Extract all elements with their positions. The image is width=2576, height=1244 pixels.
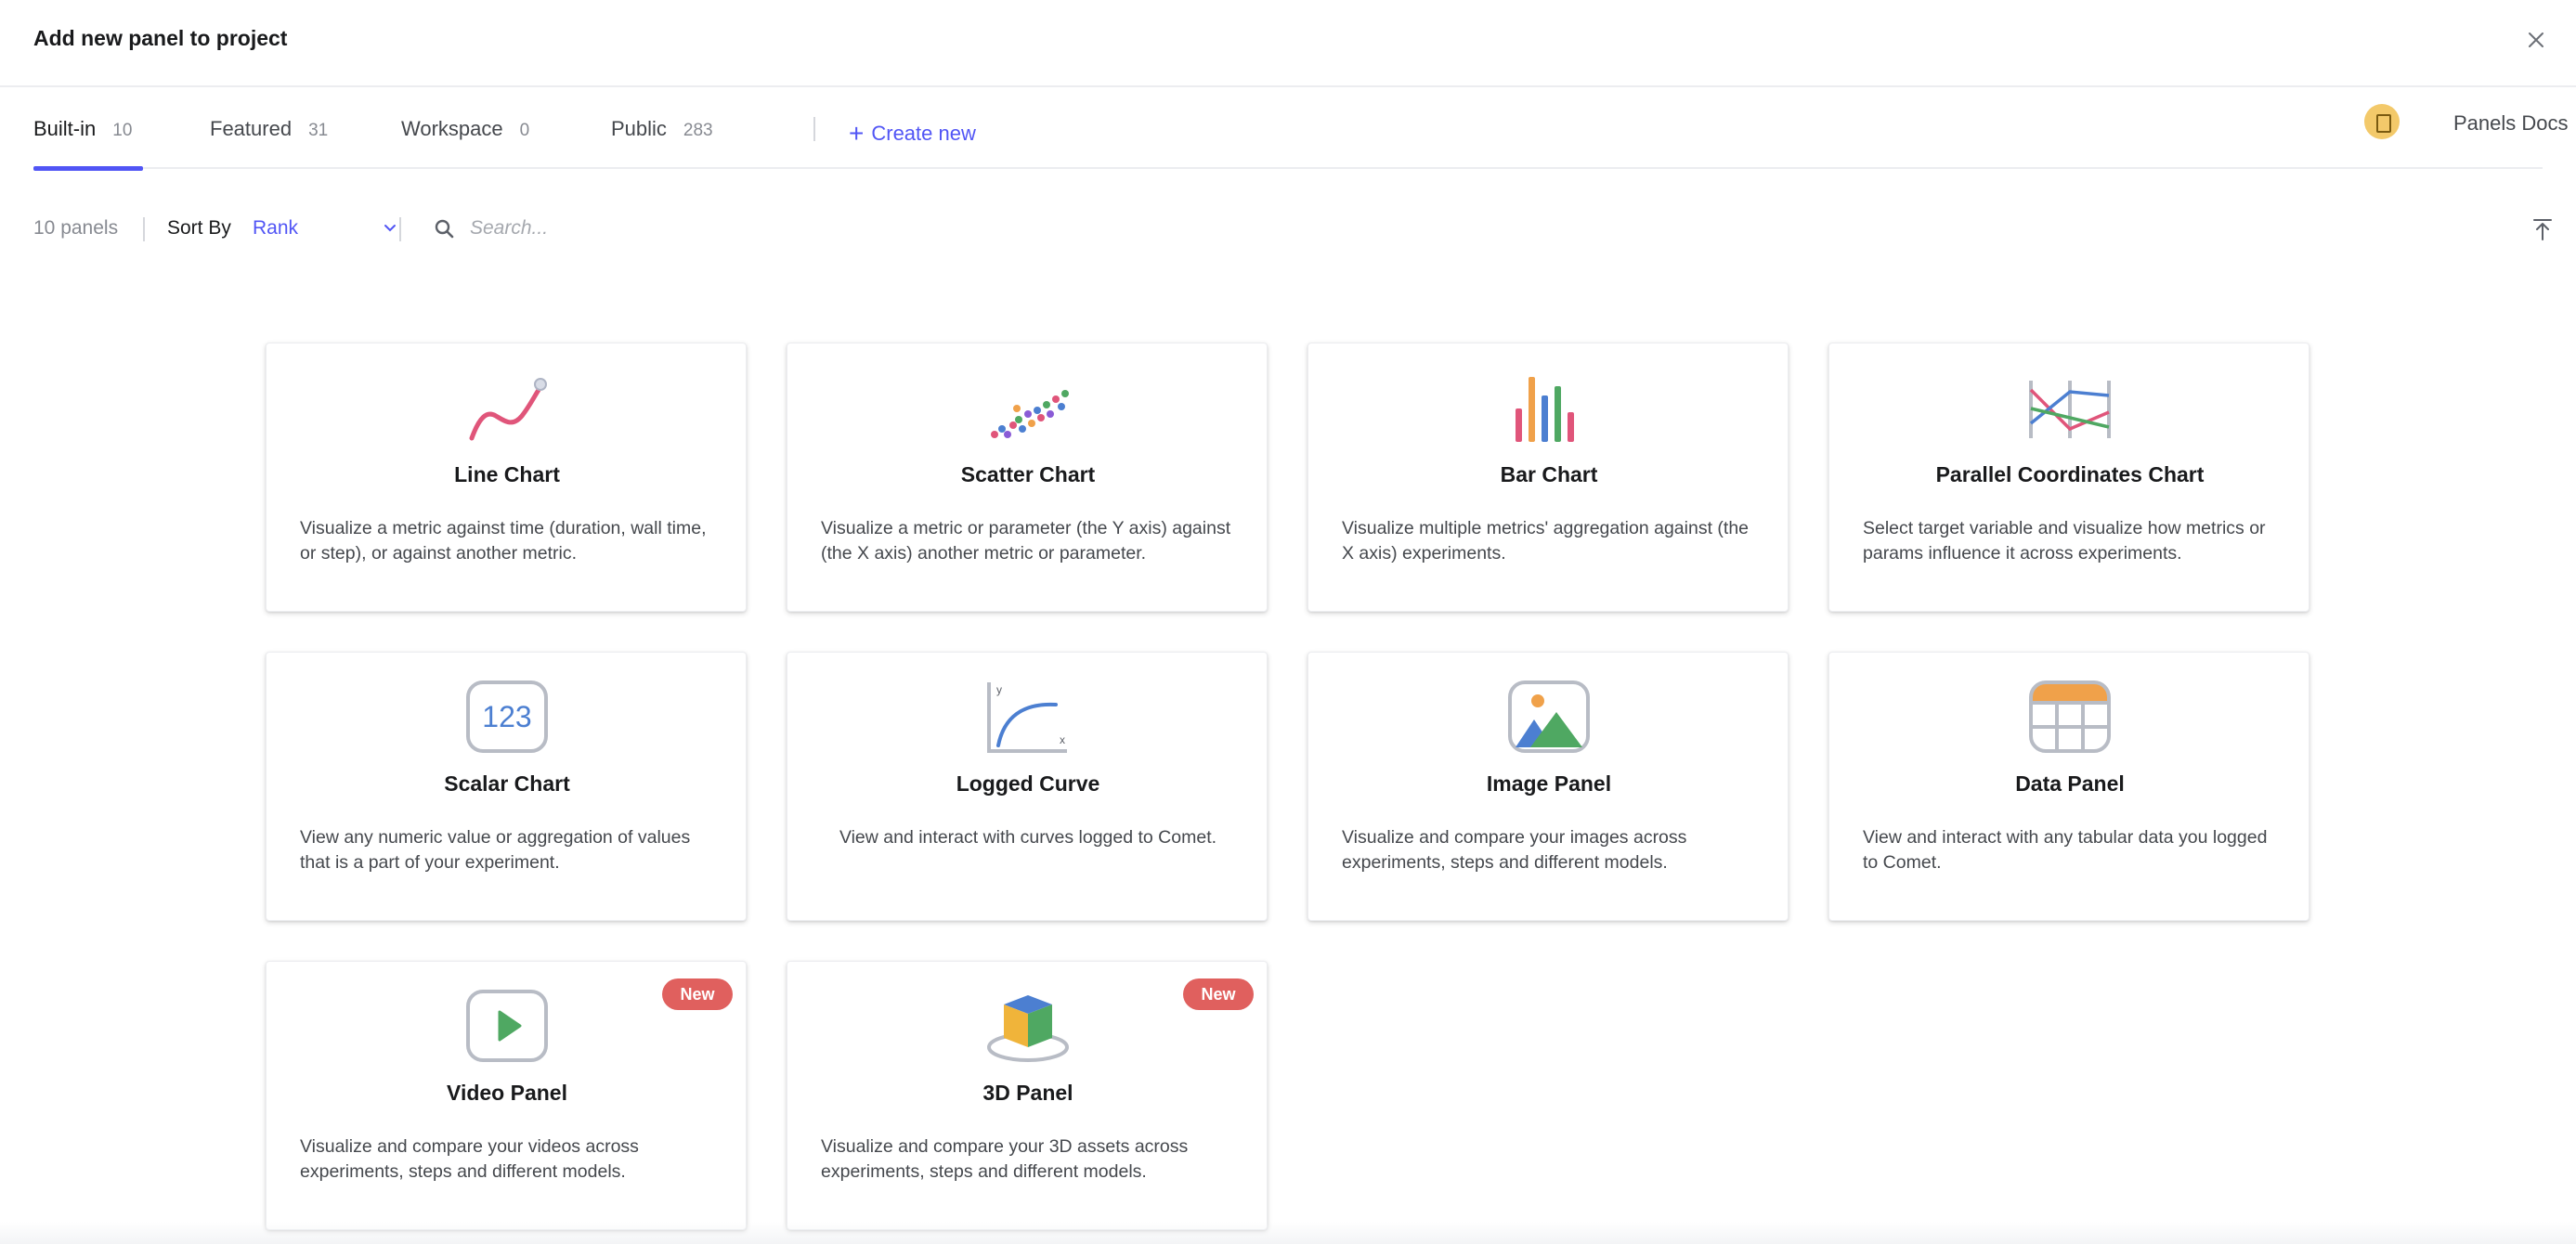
tabs-bar: Built-in 10 Featured 31 Workspace 0 Public 2… [33, 89, 2569, 171]
tab-count: 0 [519, 121, 530, 140]
panel-description: Visualize and compare your images across… [1342, 827, 1687, 873]
panel-card-scalar-chart[interactable]: 123 Scalar Chart View any numeric value … [266, 652, 747, 921]
tab-workspace[interactable]: Workspace 0 [401, 117, 529, 169]
panel-description: View and interact with any tabular data … [1863, 827, 2268, 873]
scalar-chart-icon: 123 [466, 680, 548, 753]
panels-docs-label: Panels Docs [2453, 111, 2569, 135]
tab-label: Built-in [33, 117, 97, 140]
video-panel-icon [466, 990, 548, 1062]
panel-card-image-panel[interactable]: Image Panel Visualize and compare your i… [1308, 652, 1789, 921]
panels-toolbar: 10 panels Sort By Rank [33, 210, 2552, 247]
panel-description: Visualize and compare your videos across… [300, 1136, 639, 1182]
panel-name: 3D Panel [982, 1081, 1073, 1105]
panel-card-scatter-chart[interactable]: Scatter Chart Visualize a metric or para… [787, 343, 1268, 612]
chevron-down-icon [384, 225, 396, 232]
tab-featured[interactable]: Featured 31 [210, 117, 328, 169]
panel-name: Logged Curve [956, 771, 1100, 796]
panel-description: Visualize multiple metrics' aggregation … [1342, 518, 1750, 564]
panel-card-3d-panel[interactable]: New 3D Panel Visualize and compare your … [787, 961, 1268, 1230]
sort-select[interactable]: Rank [253, 217, 401, 245]
tab-label: Featured [210, 117, 293, 140]
panel-description: Visualize a metric against time (duratio… [300, 518, 707, 564]
dialog-header: Add new panel to project [0, 0, 2576, 87]
docs-icon [2364, 104, 2400, 139]
panel-description: Visualize and compare your 3D assets acr… [821, 1136, 1189, 1182]
panel-card-logged-curve[interactable]: y x Logged Curve View and interact with … [787, 652, 1268, 921]
search-input[interactable] [470, 212, 795, 245]
panel-description: Select target variable and visualize how… [1863, 518, 2266, 564]
line-chart-icon [469, 378, 547, 441]
3d-panel-icon [987, 995, 1069, 1062]
panel-name: Scatter Chart [960, 462, 1096, 486]
scalar-icon-text: 123 [482, 700, 531, 733]
dialog-title: Add new panel to project [33, 26, 288, 50]
scatter-chart-icon [991, 390, 1069, 438]
tab-count: 31 [308, 121, 329, 140]
tab-count: 10 [112, 121, 133, 140]
divider [813, 117, 815, 141]
tab-count: 283 [683, 121, 713, 140]
create-new-button[interactable]: + Create new [849, 117, 976, 148]
scroll-to-top-icon[interactable] [2529, 215, 2556, 243]
panel-card-line-chart[interactable]: Line Chart Visualize a metric against ti… [266, 343, 747, 612]
bar-chart-icon [1516, 377, 1574, 442]
scroll-shadow [0, 1222, 2576, 1244]
search-icon [435, 219, 454, 239]
panel-card-data-panel[interactable]: Data Panel View and interact with any ta… [1828, 652, 2309, 921]
divider [399, 217, 401, 241]
panel-description: View and interact with curves logged to … [839, 827, 1217, 848]
new-badge: New [1183, 978, 1254, 1010]
create-new-label: Create new [871, 122, 976, 145]
panel-card-bar-chart[interactable]: Bar Chart Visualize multiple metrics' ag… [1308, 343, 1789, 612]
panel-card-parallel-coordinates[interactable]: Parallel Coordinates Chart Select target… [1828, 343, 2309, 612]
search-box [433, 212, 804, 245]
sort-value: Rank [253, 217, 299, 239]
axis-x-label: x [1060, 733, 1065, 746]
tab-built-in[interactable]: Built-in 10 [33, 117, 144, 171]
panel-description: View any numeric value or aggregation of… [300, 827, 691, 873]
panel-name: Image Panel [1486, 771, 1612, 796]
panel-name: Scalar Chart [444, 771, 570, 796]
close-icon[interactable] [2522, 26, 2550, 54]
data-panel-icon [2029, 680, 2111, 753]
plus-icon: + [849, 119, 865, 148]
panel-name: Parallel Coordinates Chart [1935, 462, 2205, 486]
parallel-coordinates-icon [2029, 381, 2111, 438]
panel-name: Line Chart [454, 462, 560, 486]
tab-public[interactable]: Public 283 [611, 117, 713, 169]
panel-card-video-panel[interactable]: New Video Panel Visualize and compare yo… [266, 961, 747, 1230]
logged-curve-icon: y x [987, 682, 1067, 753]
tab-label: Public [611, 117, 667, 140]
panel-name: Video Panel [447, 1081, 567, 1105]
sort-by-label: Sort By [167, 217, 231, 239]
panels-count: 10 panels [33, 217, 119, 239]
axis-y-label: y [996, 683, 1002, 696]
tab-label: Workspace [401, 117, 503, 140]
new-badge: New [662, 978, 733, 1010]
panel-name: Data Panel [2015, 771, 2125, 796]
image-panel-icon [1508, 680, 1590, 753]
divider [143, 217, 145, 241]
panel-description: Visualize a metric or parameter (the Y a… [821, 518, 1231, 564]
panel-name: Bar Chart [1500, 462, 1598, 486]
